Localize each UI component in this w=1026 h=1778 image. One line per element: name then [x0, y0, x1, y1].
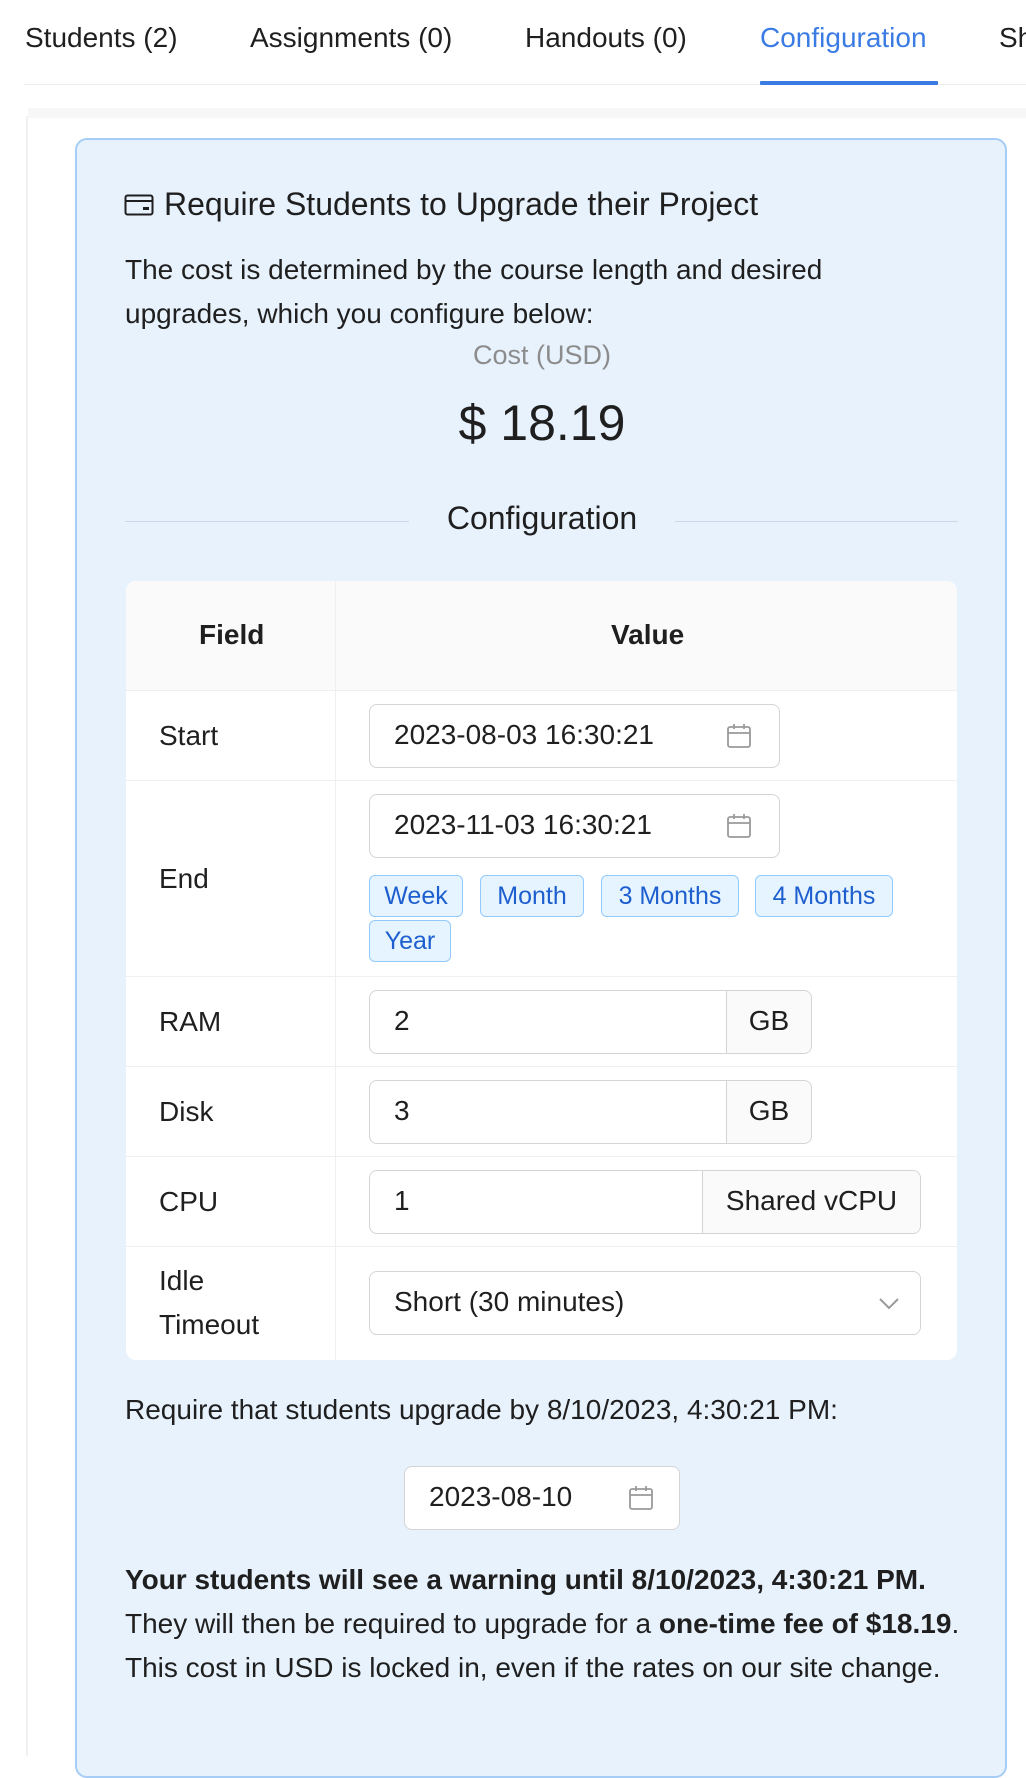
ram-label: RAM: [159, 1006, 222, 1037]
disk-value: 3: [394, 1095, 410, 1126]
cost-label: Cost (USD): [472, 340, 611, 370]
preset-3-months-button[interactable]: 3 Months: [601, 875, 739, 917]
field-cell: [126, 1157, 336, 1246]
idle-timeout-value: Short (30 minutes): [394, 1286, 625, 1317]
card-title: Require Students to Upgrade their Projec…: [124, 186, 758, 223]
disk-unit: GB: [748, 1095, 790, 1126]
field-cell: [126, 977, 336, 1066]
calendar-icon: [727, 814, 751, 838]
tab-configuration[interactable]: Configuration: [760, 22, 927, 54]
cpu-unit-addon: Shared vCPU: [702, 1171, 920, 1233]
disk-unit-addon: GB: [726, 1081, 811, 1143]
table-row-ram: RAM 2 GB: [126, 977, 957, 1067]
cpu-unit: Shared vCPU: [725, 1185, 898, 1216]
disk-input[interactable]: 3 GB: [369, 1080, 812, 1144]
cpu-value: 1: [394, 1185, 410, 1216]
ram-value: 2: [394, 1005, 410, 1036]
cost-intro-text: The cost is determined by the course len…: [125, 254, 823, 329]
preset-week-button[interactable]: Week: [369, 875, 463, 917]
require-upgrade-text: Require that students upgrade by 8/10/20…: [125, 1394, 838, 1425]
idle-timeout-label-line2: Timeout: [159, 1309, 260, 1340]
end-label: End: [159, 863, 209, 894]
ram-unit-addon: GB: [726, 991, 811, 1053]
table-row-end: End 2023-11-03 16:30:21 Week Month 3 Mon…: [126, 781, 957, 977]
idle-timeout-label-line1: Idle: [159, 1265, 205, 1296]
ram-unit: GB: [748, 1005, 790, 1036]
disk-label: Disk: [159, 1096, 214, 1127]
field-cell: [126, 781, 336, 976]
tab-assignments[interactable]: Assignments (0): [250, 22, 452, 54]
calendar-icon: [629, 1486, 653, 1510]
chevron-down-icon: [879, 1298, 899, 1310]
field-cell: [126, 691, 336, 780]
section-title: Configuration: [446, 500, 638, 536]
start-date-value: 2023-08-03 16:30:21: [394, 719, 654, 750]
cost-value: $ 18.19: [458, 395, 626, 451]
header-value: Value: [611, 619, 685, 650]
warning-text-1: They will then be required to upgrade fo…: [125, 1608, 659, 1639]
tab-handouts[interactable]: Handouts (0): [525, 22, 687, 54]
preset-4-months-button[interactable]: 4 Months: [755, 875, 893, 917]
end-date-value: 2023-11-03 16:30:21: [394, 809, 652, 840]
config-table: Field Value Start 2023-08-03 16:30:21 En…: [126, 581, 957, 1360]
upgrade-deadline-picker[interactable]: 2023-08-10: [404, 1466, 680, 1530]
tab-students[interactable]: Students (2): [25, 22, 178, 54]
start-date-picker[interactable]: 2023-08-03 16:30:21: [369, 704, 780, 768]
table-row-start: Start 2023-08-03 16:30:21: [126, 691, 957, 781]
table-row-idle-timeout: Idle Timeout Short (30 minutes): [126, 1247, 957, 1360]
start-label: Start: [159, 720, 219, 751]
warning-bold-2: one-time fee of $18.19: [658, 1608, 952, 1639]
table-header-row: Field Value: [126, 581, 957, 691]
cpu-label: CPU: [159, 1186, 219, 1217]
end-date-picker[interactable]: 2023-11-03 16:30:21: [369, 794, 780, 858]
tab-bar: Students (2) Assignments (0) Handouts (0…: [0, 0, 1026, 86]
credit-card-icon: [124, 194, 154, 215]
table-row-cpu: CPU 1 Shared vCPU: [126, 1157, 957, 1247]
ram-input[interactable]: 2 GB: [369, 990, 812, 1054]
field-cell: [126, 1067, 336, 1156]
upgrade-deadline-value: 2023-08-10: [429, 1481, 573, 1512]
card-title-text: Require Students to Upgrade their Projec…: [164, 186, 759, 222]
calendar-icon: [727, 724, 751, 748]
idle-timeout-select[interactable]: Short (30 minutes): [369, 1271, 921, 1335]
content-top-band: [28, 108, 1026, 118]
tab-shared[interactable]: Sh: [999, 22, 1026, 54]
warning-bold-1: Your students will see a warning until 8…: [125, 1564, 926, 1595]
active-tab-indicator: [760, 81, 938, 85]
header-field: Field: [199, 619, 265, 650]
upgrade-warning-text: Your students will see a warning until 8…: [125, 1558, 965, 1690]
cpu-input[interactable]: 1 Shared vCPU: [369, 1170, 921, 1234]
preset-year-button[interactable]: Year: [369, 920, 451, 962]
preset-month-button[interactable]: Month: [480, 875, 584, 917]
table-row-disk: Disk 3 GB: [126, 1067, 957, 1157]
